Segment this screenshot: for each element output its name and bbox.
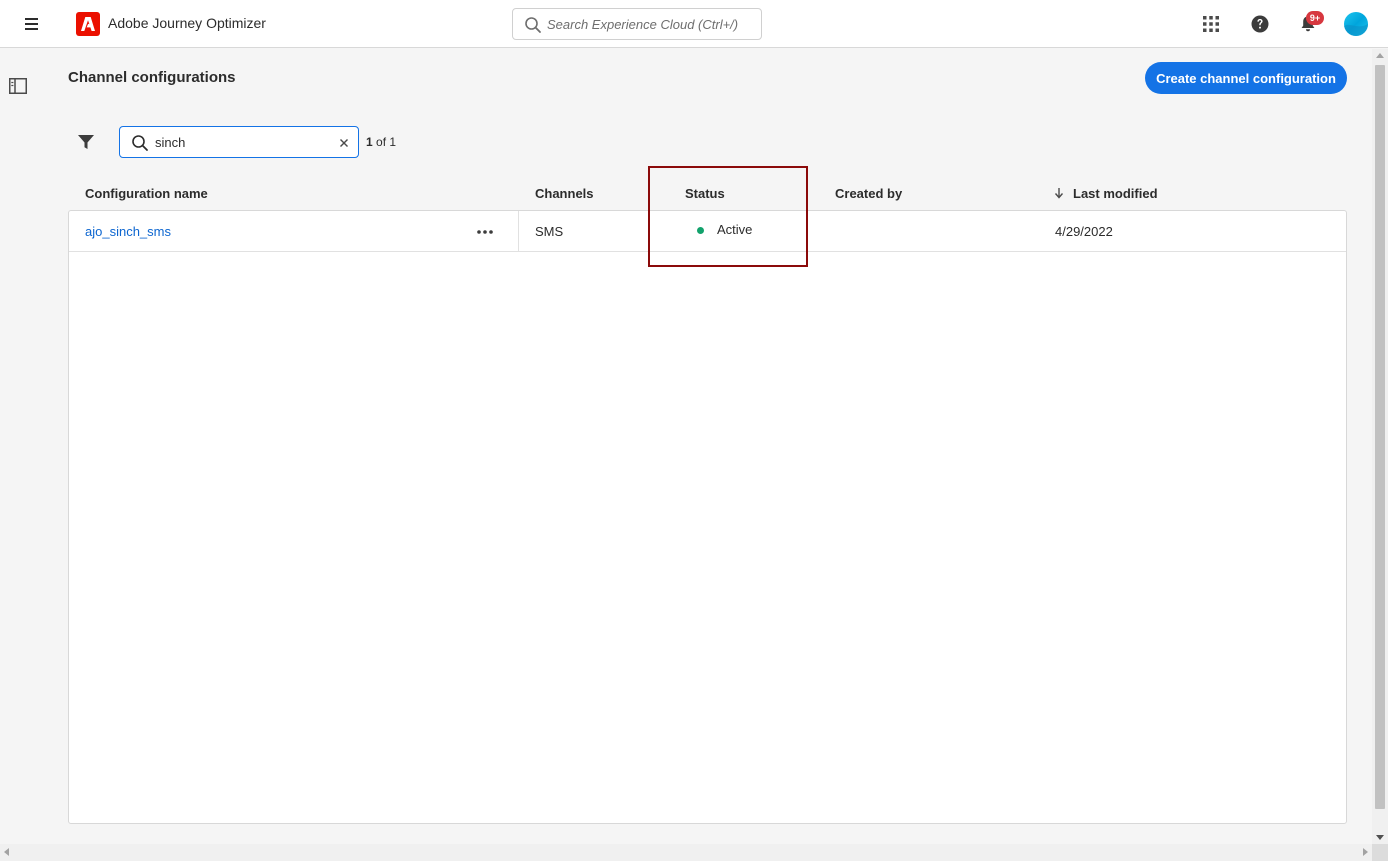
- adobe-logo-icon[interactable]: [76, 12, 100, 36]
- column-header-channels[interactable]: Channels: [535, 186, 594, 201]
- table-search-input[interactable]: [155, 133, 325, 152]
- filter-icon[interactable]: [76, 132, 96, 152]
- create-channel-configuration-button[interactable]: Create channel configuration: [1145, 62, 1347, 94]
- avatar[interactable]: [1344, 12, 1368, 36]
- configuration-name-link[interactable]: ajo_sinch_sms: [85, 224, 171, 239]
- menu-icon[interactable]: [22, 14, 42, 34]
- scrollbar-corner: [1372, 844, 1388, 861]
- scroll-up-arrow-icon[interactable]: [1376, 53, 1384, 58]
- clear-search-icon[interactable]: [337, 136, 351, 150]
- scroll-down-arrow-icon[interactable]: [1376, 835, 1384, 840]
- status-highlight-box: [648, 166, 808, 267]
- global-search[interactable]: [512, 8, 762, 40]
- more-actions-icon[interactable]: [474, 224, 496, 240]
- scroll-right-arrow-icon[interactable]: [1363, 848, 1368, 856]
- page-title: Channel configurations: [68, 69, 236, 86]
- result-count: 1 of 1: [366, 135, 396, 149]
- column-divider: [518, 211, 519, 252]
- top-bar: Adobe Journey Optimizer 9+: [0, 0, 1388, 48]
- result-count-current: 1: [366, 135, 373, 149]
- table-search[interactable]: [119, 126, 359, 158]
- column-header-created-by[interactable]: Created by: [835, 186, 902, 201]
- result-count-total: of 1: [372, 135, 397, 149]
- sort-descending-icon[interactable]: [1053, 186, 1065, 200]
- app-title[interactable]: Adobe Journey Optimizer: [108, 15, 266, 31]
- toggle-sidebar-icon[interactable]: [9, 78, 27, 94]
- scroll-left-arrow-icon[interactable]: [4, 848, 9, 856]
- table-body: ajo_sinch_sms SMS Active 4/29/2022: [68, 210, 1347, 824]
- notification-badge: 9+: [1306, 11, 1324, 25]
- search-icon: [525, 17, 541, 33]
- vertical-scrollbar[interactable]: [1372, 49, 1388, 844]
- apps-grid-icon[interactable]: [1199, 12, 1223, 36]
- channel-cell: SMS: [535, 224, 564, 239]
- column-header-last-modified[interactable]: Last modified: [1073, 186, 1158, 201]
- global-search-input[interactable]: [547, 14, 752, 34]
- help-icon[interactable]: [1248, 12, 1272, 36]
- horizontal-scrollbar[interactable]: [0, 844, 1372, 861]
- vertical-scroll-thumb[interactable]: [1375, 65, 1385, 809]
- column-header-configuration-name[interactable]: Configuration name: [85, 186, 208, 201]
- last-modified-cell: 4/29/2022: [1055, 224, 1113, 239]
- search-icon: [132, 135, 148, 151]
